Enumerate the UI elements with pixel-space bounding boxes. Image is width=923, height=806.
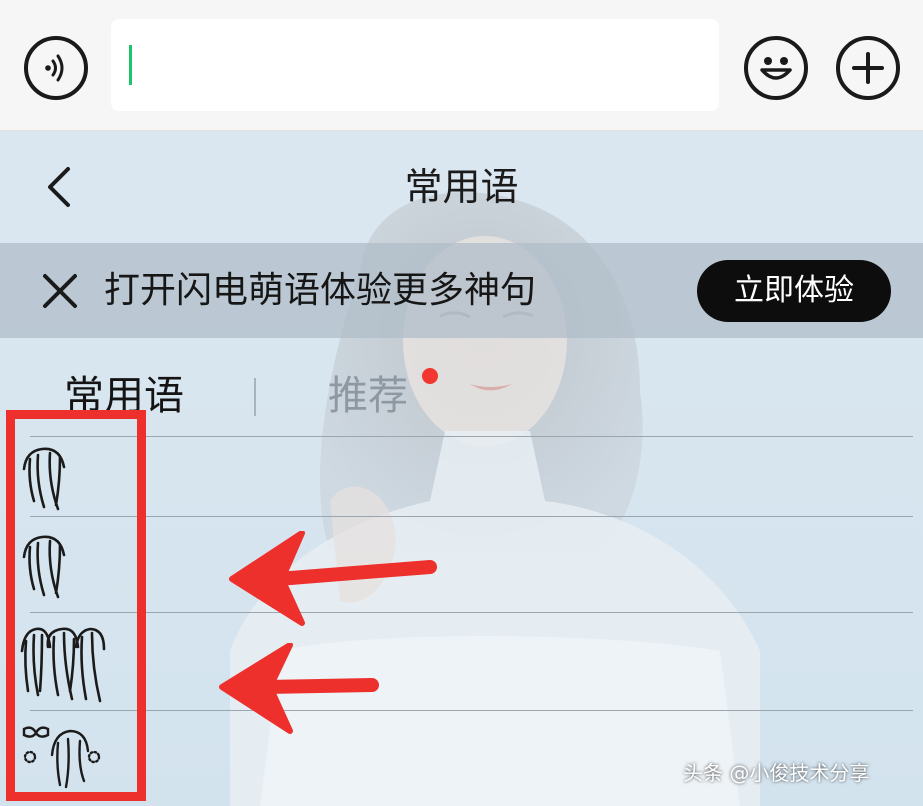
promo-text: 打开闪电萌语体验更多神句 xyxy=(104,270,537,311)
emoji-button[interactable] xyxy=(744,36,808,100)
phrase-item[interactable] xyxy=(20,612,913,710)
tab-divider xyxy=(254,378,256,416)
annotation-arrow xyxy=(229,531,437,626)
text-caret xyxy=(129,45,132,85)
close-x-icon[interactable] xyxy=(40,271,80,311)
promo-banner: 打开闪电萌语体验更多神句 立即体验 xyxy=(0,243,923,338)
phrases-header: 常用语 xyxy=(0,131,923,243)
page-title: 常用语 xyxy=(404,165,519,209)
voice-input-button[interactable] xyxy=(24,36,88,100)
phrase-item[interactable] xyxy=(22,436,913,516)
annotation-box xyxy=(6,410,146,801)
try-now-button[interactable]: 立即体验 xyxy=(697,260,891,322)
more-actions-button[interactable] xyxy=(836,36,900,100)
smiley-icon xyxy=(760,57,792,80)
plus-circle-icon xyxy=(852,52,884,84)
voice-waves-icon xyxy=(45,54,64,82)
watermark: 头条 @小俊技术分享 xyxy=(683,761,870,785)
phrase-item[interactable] xyxy=(22,516,913,612)
new-badge-dot xyxy=(422,368,438,384)
annotation-arrow xyxy=(219,643,379,734)
chat-input-bar xyxy=(0,0,923,131)
message-input[interactable] xyxy=(111,19,719,111)
